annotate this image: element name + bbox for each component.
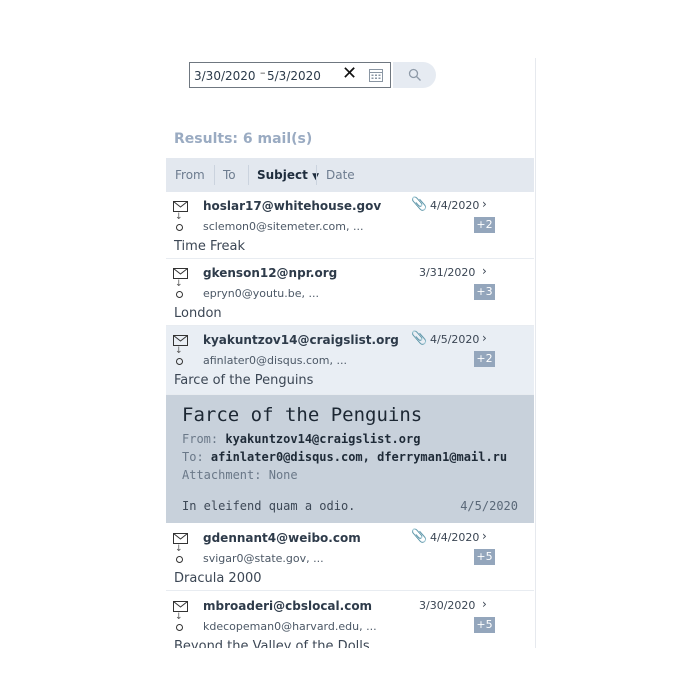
subject: Time Freak <box>174 239 246 254</box>
preview-body: In eleifend quam a odio. <box>182 499 356 513</box>
recipient-count-badge: +3 <box>474 284 495 300</box>
subject: London <box>174 306 222 321</box>
arrow-down-icon: ↓ <box>175 544 183 554</box>
date-to-field[interactable]: 5/3/2020 <box>267 69 321 83</box>
paperclip-icon: 📎 <box>411 197 428 212</box>
circle-icon <box>176 224 183 231</box>
envelope-icon <box>173 601 188 612</box>
list-item[interactable]: ↓ gdennant4@weibo.com svigar0@state.gov,… <box>166 524 534 591</box>
chevron-right-icon[interactable]: › <box>482 197 487 211</box>
envelope-icon <box>173 533 188 544</box>
preview-attachment-value: None <box>268 468 298 482</box>
date-range-input[interactable]: 3/30/2020 – 5/3/2020 ✕ <box>189 62 391 88</box>
chevron-right-icon[interactable]: › <box>482 529 487 543</box>
arrow-down-icon: ↓ <box>175 346 183 356</box>
envelope-icon <box>173 201 188 212</box>
search-icon <box>408 68 421 81</box>
preview-attachment-label: Attachment: <box>182 468 262 482</box>
sender: hoslar17@whitehouse.gov <box>203 199 382 213</box>
date-separator: – <box>260 66 266 79</box>
sender: kyakuntzov14@craigslist.org <box>203 333 399 347</box>
subject: Farce of the Penguins <box>174 373 314 388</box>
envelope-icon <box>173 268 188 279</box>
date-from-field[interactable]: 3/30/2020 <box>194 69 256 83</box>
circle-icon <box>176 624 183 631</box>
list-item-selected[interactable]: ↓ kyakuntzov14@craigslist.org afinlater0… <box>166 326 534 395</box>
column-from[interactable]: From <box>175 168 205 182</box>
preview-to-label: To: <box>182 450 204 464</box>
date: 3/30/2020 <box>419 599 476 612</box>
chevron-right-icon[interactable]: › <box>482 331 487 345</box>
search-button[interactable] <box>393 62 436 88</box>
envelope-icon <box>173 335 188 346</box>
arrow-down-icon: ↓ <box>175 212 183 222</box>
email-preview: Farce of the Penguins From: kyakuntzov14… <box>166 395 534 523</box>
preview-attachment: Attachment: None <box>182 468 298 482</box>
recipients: svigar0@state.gov, ... <box>203 552 324 565</box>
preview-from-label: From: <box>182 432 219 446</box>
recipient-count-badge: +2 <box>474 351 495 367</box>
preview-date: 4/5/2020 <box>460 499 518 513</box>
sender: gkenson12@npr.org <box>203 266 338 280</box>
circle-icon <box>176 358 183 365</box>
sender: mbroaderi@cbslocal.com <box>203 599 373 613</box>
circle-icon <box>176 291 183 298</box>
column-divider <box>316 165 317 185</box>
recipients: epryn0@youtu.be, ... <box>203 287 319 300</box>
date: 4/4/2020 <box>430 199 480 212</box>
preview-to-value: afinlater0@disqus.com, dferryman1@mail.r… <box>210 450 508 464</box>
list-item[interactable]: ↓ hoslar17@whitehouse.gov sclemon0@sitem… <box>166 192 534 259</box>
preview-from-value: kyakuntzov14@craigslist.org <box>225 432 421 446</box>
sender: gdennant4@weibo.com <box>203 531 361 545</box>
column-header-bar: From To Subject ▼ Date <box>166 158 534 192</box>
column-subject-label: Subject <box>257 168 308 182</box>
preview-title: Farce of the Penguins <box>182 404 423 426</box>
subject: Dracula 2000 <box>174 571 262 586</box>
date: 3/31/2020 <box>419 266 476 279</box>
date: 4/5/2020 <box>430 333 480 346</box>
circle-icon <box>176 556 183 563</box>
date: 4/4/2020 <box>430 531 480 544</box>
arrow-down-icon: ↓ <box>175 612 183 622</box>
preview-to: To: afinlater0@disqus.com, dferryman1@ma… <box>182 450 507 464</box>
recipient-count-badge: +2 <box>474 217 495 233</box>
close-icon[interactable]: ✕ <box>342 64 357 84</box>
chevron-right-icon[interactable]: › <box>482 597 487 611</box>
column-subject[interactable]: Subject ▼ <box>257 168 319 182</box>
recipients: kdecopeman0@harvard.edu, ... <box>203 620 377 633</box>
recipient-count-badge: +5 <box>474 617 495 633</box>
column-divider <box>214 165 215 185</box>
results-count: Results: 6 mail(s) <box>174 131 313 147</box>
arrow-down-icon: ↓ <box>175 279 183 289</box>
column-to[interactable]: To <box>223 168 236 182</box>
recipients: sclemon0@sitemeter.com, ... <box>203 220 364 233</box>
paperclip-icon: 📎 <box>411 331 428 346</box>
column-divider <box>248 165 249 185</box>
paperclip-icon: 📎 <box>411 529 428 544</box>
recipients: afinlater0@disqus.com, ... <box>203 354 347 367</box>
preview-from: From: kyakuntzov14@craigslist.org <box>182 432 420 446</box>
calendar-icon[interactable] <box>368 67 384 83</box>
recipient-count-badge: +5 <box>474 549 495 565</box>
column-date[interactable]: Date <box>326 168 355 182</box>
chevron-right-icon[interactable]: › <box>482 264 487 278</box>
list-item[interactable]: ↓ gkenson12@npr.org epryn0@youtu.be, ...… <box>166 259 534 326</box>
panel-divider <box>535 58 536 648</box>
list-clip <box>166 648 534 700</box>
